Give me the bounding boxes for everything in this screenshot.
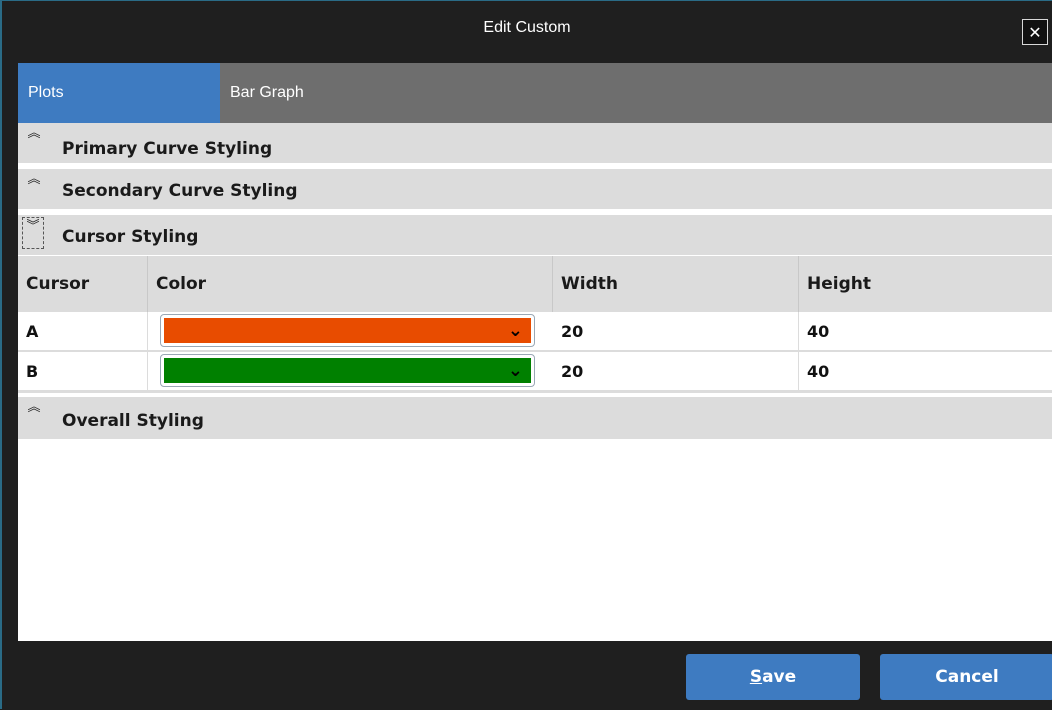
- section-label: Secondary Curve Styling: [62, 181, 298, 201]
- table-row[interactable]: A ⌄ 20 40: [18, 312, 1052, 351]
- color-dropdown[interactable]: ⌄: [160, 314, 535, 347]
- table-row[interactable]: B ⌄ 20 40: [18, 352, 1052, 391]
- column-header-color[interactable]: Color: [148, 256, 553, 312]
- tab-bar: Plots Bar Graph: [18, 63, 1052, 123]
- color-swatch: ⌄: [164, 318, 531, 343]
- section-overall-styling[interactable]: ︽ Overall Styling: [18, 397, 1052, 439]
- save-button[interactable]: Save: [686, 654, 860, 700]
- column-header-width[interactable]: Width: [553, 256, 799, 312]
- cancel-button[interactable]: Cancel: [880, 654, 1052, 700]
- height-cell[interactable]: 40: [799, 352, 1052, 390]
- chevron-down-icon: ⌄: [507, 360, 523, 381]
- title-bar: Edit Custom ✕: [2, 1, 1052, 63]
- section-label: Overall Styling: [62, 411, 204, 431]
- column-header-cursor[interactable]: Cursor: [18, 256, 148, 312]
- save-mnemonic: S: [749, 667, 763, 687]
- cursor-grid: Cursor Color Width Height A ⌄ 20 40 B ⌄ …: [18, 256, 1052, 393]
- width-cell[interactable]: 20: [553, 312, 799, 350]
- double-chevron-up-icon[interactable]: ︽: [26, 127, 42, 143]
- tab-bar-graph[interactable]: Bar Graph: [220, 63, 620, 123]
- edit-custom-dialog: Edit Custom ✕ Plots Bar Graph ︽ Primary …: [0, 0, 1052, 710]
- tab-plots[interactable]: Plots: [18, 63, 220, 123]
- section-label: Cursor Styling: [62, 227, 199, 247]
- cursor-cell: B: [18, 352, 148, 390]
- cursor-cell: A: [18, 312, 148, 350]
- save-label: ave: [762, 667, 797, 687]
- section-primary-curve-styling[interactable]: ︽ Primary Curve Styling: [18, 123, 1052, 163]
- height-cell[interactable]: 40: [799, 312, 1052, 350]
- double-chevron-up-icon[interactable]: ︽: [26, 401, 42, 417]
- chevron-down-icon: ⌄: [507, 320, 523, 341]
- color-dropdown[interactable]: ⌄: [160, 354, 535, 387]
- close-icon: ✕: [1028, 22, 1042, 42]
- content-panel: ︽ Primary Curve Styling ︽ Secondary Curv…: [18, 123, 1052, 641]
- dialog-title: Edit Custom: [483, 19, 571, 36]
- width-cell[interactable]: 20: [553, 352, 799, 390]
- section-label: Primary Curve Styling: [62, 139, 273, 159]
- grid-header: Cursor Color Width Height: [18, 256, 1052, 312]
- color-swatch: ⌄: [164, 358, 531, 383]
- section-secondary-curve-styling[interactable]: ︽ Secondary Curve Styling: [18, 169, 1052, 209]
- double-chevron-down-icon[interactable]: ︾: [22, 217, 44, 249]
- close-button[interactable]: ✕: [1022, 19, 1048, 45]
- double-chevron-up-icon[interactable]: ︽: [26, 173, 42, 189]
- column-header-height[interactable]: Height: [799, 256, 1052, 312]
- button-bar: Save Cancel: [2, 641, 1052, 710]
- section-cursor-styling[interactable]: ︾ Cursor Styling: [18, 215, 1052, 255]
